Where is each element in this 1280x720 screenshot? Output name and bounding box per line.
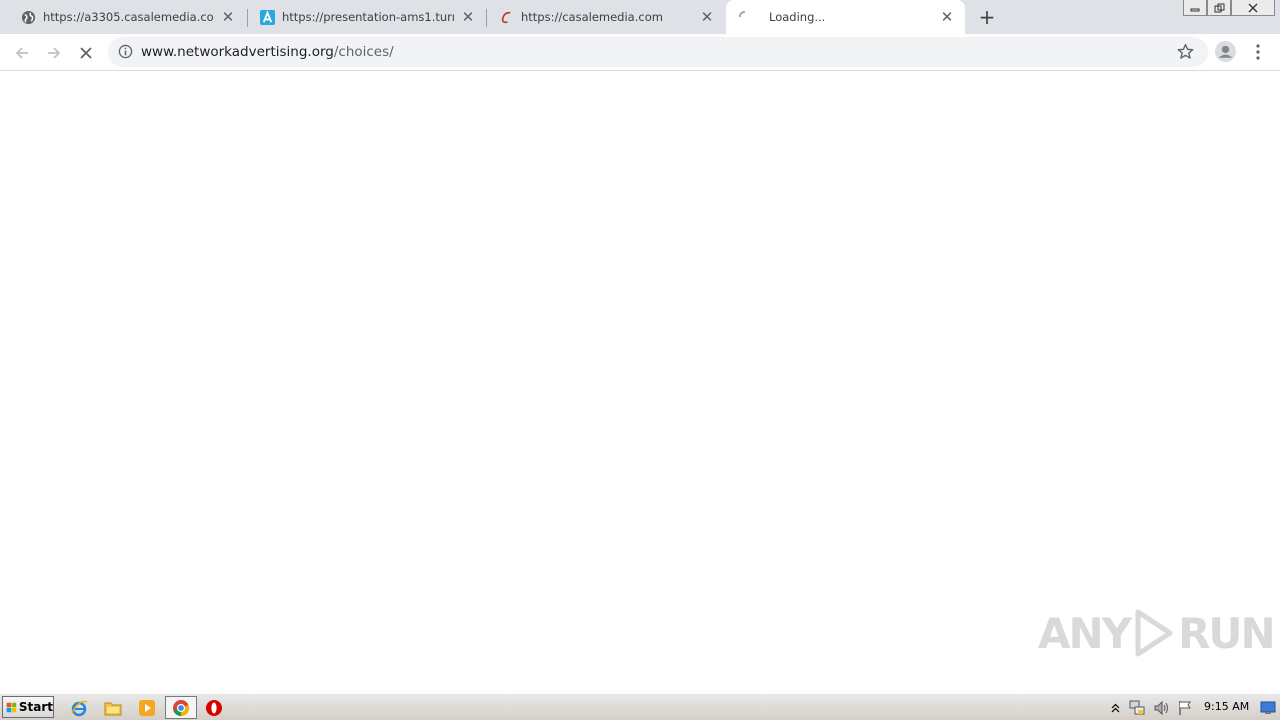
tab-title: https://a3305.casalemedia.com/ifnotify (43, 10, 214, 24)
tab-casalemedia[interactable]: https://casalemedia.com ✕ (487, 0, 725, 34)
menu-kebab-icon[interactable] (1252, 43, 1264, 65)
start-label: Start (18, 700, 53, 714)
tab-turn-presentation[interactable]: https://presentation-ams1.turn.com ✕ (248, 0, 486, 34)
windows-taskbar: Start 9:15 AM (0, 693, 1280, 720)
tab-loading[interactable]: Loading... ✕ (726, 0, 965, 34)
url-path: /choices/ (333, 44, 394, 60)
volume-icon[interactable] (1151, 697, 1171, 718)
show-desktop-icon[interactable] (1258, 697, 1278, 718)
address-bar[interactable]: www.networkadvertising.org/choices/ (108, 37, 1208, 67)
new-tab-button[interactable]: + (976, 5, 998, 29)
bookmark-star-icon[interactable] (1177, 43, 1194, 64)
watermark-text-left: ANY (1038, 608, 1132, 658)
tab-title: Loading... (769, 10, 826, 24)
turn-logo-icon (259, 9, 275, 25)
anyrun-watermark: ANY RUN (1038, 608, 1276, 658)
close-icon[interactable]: ✕ (939, 8, 955, 26)
forward-arrow-icon (48, 47, 61, 59)
taskbar-clock[interactable]: 9:15 AM (1204, 700, 1249, 713)
forward-button[interactable] (40, 39, 68, 67)
start-button[interactable]: Start (2, 696, 54, 718)
internet-explorer-icon[interactable] (68, 697, 90, 718)
stop-loading-button[interactable] (72, 39, 100, 67)
profile-avatar-icon[interactable] (1215, 41, 1236, 66)
play-logo-icon (1135, 609, 1173, 657)
casale-logo-icon (498, 9, 514, 25)
tab-title: https://casalemedia.com (521, 10, 663, 24)
url-text[interactable]: www.networkadvertising.org/choices/ (141, 44, 394, 60)
show-hidden-icons-button[interactable] (1108, 697, 1122, 718)
minimize-button[interactable] (1183, 0, 1207, 16)
close-icon[interactable]: ✕ (220, 8, 236, 26)
chrome-icon[interactable] (165, 696, 197, 719)
back-arrow-icon (15, 47, 28, 59)
restore-button[interactable] (1207, 0, 1231, 16)
close-icon[interactable]: ✕ (699, 8, 715, 26)
opera-icon[interactable] (203, 697, 225, 718)
back-button[interactable] (8, 39, 36, 67)
tab-title: https://presentation-ams1.turn.com (282, 10, 454, 24)
globe-icon (20, 9, 36, 25)
action-center-flag-icon[interactable] (1175, 697, 1195, 718)
windows-logo-icon (6, 702, 17, 712)
tab-strip: https://a3305.casalemedia.com/ifnotify ✕… (0, 0, 1280, 34)
loading-spinner-icon (737, 9, 753, 25)
page-content (0, 72, 1280, 692)
close-icon[interactable]: ✕ (460, 8, 476, 26)
url-host: www.networkadvertising.org (141, 44, 334, 60)
tab-casalemedia-ifnotify[interactable]: https://a3305.casalemedia.com/ifnotify ✕ (0, 0, 246, 34)
file-explorer-icon[interactable] (102, 697, 124, 718)
stop-icon (80, 47, 92, 59)
window-close-button[interactable] (1231, 0, 1275, 16)
info-icon[interactable] (118, 44, 133, 63)
browser-toolbar: www.networkadvertising.org/choices/ (0, 34, 1280, 71)
media-player-icon[interactable] (136, 697, 158, 718)
watermark-text-right: RUN (1178, 608, 1276, 658)
network-icon[interactable] (1127, 697, 1147, 718)
